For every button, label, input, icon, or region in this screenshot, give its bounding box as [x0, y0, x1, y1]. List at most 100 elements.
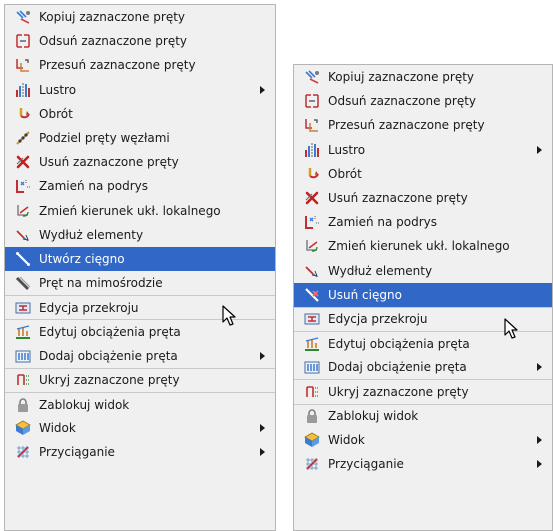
menu-item-label: Usuń zaznaczone pręty [39, 155, 179, 170]
view-icon [304, 432, 320, 448]
rotate-icon [15, 106, 31, 122]
left-menu-item-divide-bars[interactable]: Podziel pręty węzłami [5, 126, 275, 150]
menu-item-label: Wydłuż elementy [328, 263, 433, 278]
right-menu-item-hide-bars[interactable]: Ukryj zaznaczone pręty [294, 379, 552, 403]
menu-item-label: Zablokuj widok [328, 409, 419, 424]
left-menu-item-offset-bars[interactable]: Odsuń zaznaczone pręty [5, 29, 275, 53]
submenu-arrow-icon [260, 424, 265, 433]
left-menu-item-convert-underlay[interactable]: Zamień na podrys [5, 174, 275, 198]
left-menu-item-rotate[interactable]: Obrót [5, 102, 275, 126]
menu-item-label: Odsuń zaznaczone pręty [328, 94, 477, 109]
right-menu-item-offset-bars[interactable]: Odsuń zaznaczone pręty [294, 89, 552, 113]
left-menu-item-add-load[interactable]: Dodaj obciążenie pręta [5, 344, 275, 368]
menu-item-label: Dodaj obciążenie pręta [39, 348, 178, 363]
menu-item-label: Odsuń zaznaczone pręty [39, 34, 188, 49]
lock-view-icon [15, 397, 31, 413]
right-menu-item-add-load[interactable]: Dodaj obciążenie pręta [294, 355, 552, 379]
mirror-icon [304, 142, 320, 158]
add-load-icon [15, 348, 31, 364]
right-menu-item-mirror[interactable]: Lustro [294, 138, 552, 162]
menu-item-label: Zamień na podrys [39, 179, 149, 194]
submenu-arrow-icon [260, 85, 265, 94]
mouse-pointer-icon [504, 318, 520, 340]
menu-item-label: Przesuń zaznaczone pręty [39, 58, 196, 73]
menu-item-label: Przyciąganie [39, 445, 115, 460]
menu-item-label: Usuń cięgno [328, 287, 402, 302]
menu-item-label: Utwórz cięgno [39, 251, 125, 266]
menu-item-label: Podziel pręty węzłami [39, 131, 170, 146]
menu-item-label: Przyciąganie [328, 457, 404, 472]
local-axes-icon [15, 203, 31, 219]
add-load-icon [304, 359, 320, 375]
left-menu-item-snap[interactable]: Przyciąganie [5, 440, 275, 464]
menu-item-label: Pręt na mimośrodzie [39, 276, 163, 291]
right-menu-item-local-axes[interactable]: Zmień kierunek ukł. lokalnego [294, 234, 552, 258]
left-menu-item-lock-view[interactable]: Zablokuj widok [5, 392, 275, 416]
right-menu-item-snap[interactable]: Przyciąganie [294, 452, 552, 476]
menu-item-label: Zamień na podrys [328, 215, 438, 230]
right-menu-item-extend-elements[interactable]: Wydłuż elementy [294, 259, 552, 283]
right-menu-item-delete-tendon[interactable]: Usuń cięgno [294, 282, 552, 307]
snap-icon [304, 456, 320, 472]
copy-bars-icon [15, 9, 31, 25]
edit-loads-icon [304, 336, 320, 352]
left-menu-item-view[interactable]: Widok [5, 416, 275, 440]
rotate-icon [304, 166, 320, 182]
left-menu-item-hide-bars[interactable]: Ukryj zaznaczone pręty [5, 367, 275, 392]
convert-underlay-icon [304, 214, 320, 230]
right-menu-item-move-bars[interactable]: Przesuń zaznaczone pręty [294, 113, 552, 137]
delete-tendon-icon [304, 287, 320, 303]
menu-item-label: Zmień kierunek ukł. lokalnego [328, 239, 510, 254]
offset-bars-icon [304, 93, 320, 109]
left-menu-item-copy-bars[interactable]: Kopiuj zaznaczone pręty [5, 5, 275, 29]
edit-loads-icon [15, 324, 31, 340]
menu-item-label: Usuń zaznaczone pręty [328, 191, 468, 206]
left-menu-item-mirror[interactable]: Lustro [5, 78, 275, 102]
menu-item-label: Zablokuj widok [39, 397, 130, 412]
menu-item-label: Edytuj obciążenia pręta [39, 325, 181, 340]
offset-bars-icon [15, 33, 31, 49]
menu-item-label: Widok [328, 432, 365, 447]
right-menu-item-rotate[interactable]: Obrót [294, 162, 552, 186]
menu-item-label: Wydłuż elementy [39, 227, 144, 242]
menu-item-label: Przesuń zaznaczone pręty [328, 118, 485, 133]
lock-view-icon [304, 408, 320, 424]
section-edit-icon [15, 300, 31, 316]
menu-item-label: Kopiuj zaznaczone pręty [328, 70, 475, 85]
submenu-arrow-icon [537, 145, 542, 154]
left-menu-item-extend-elements[interactable]: Wydłuż elementy [5, 223, 275, 247]
copy-bars-icon [304, 69, 320, 85]
menu-item-label: Obrót [328, 166, 362, 181]
left-menu-item-create-tendon[interactable]: Utwórz cięgno [5, 246, 275, 272]
menu-item-label: Kopiuj zaznaczone pręty [39, 10, 186, 25]
submenu-arrow-icon [537, 460, 542, 469]
eccentric-bar-icon [15, 275, 31, 291]
move-bars-icon [304, 117, 320, 133]
left-menu-item-delete-bars[interactable]: Usuń zaznaczone pręty [5, 150, 275, 174]
submenu-arrow-icon [260, 351, 265, 360]
mouse-pointer-icon [222, 305, 238, 327]
right-menu-item-delete-bars[interactable]: Usuń zaznaczone pręty [294, 186, 552, 210]
left-menu-item-local-axes[interactable]: Zmień kierunek ukł. lokalnego [5, 199, 275, 223]
create-tendon-icon [15, 251, 31, 267]
menu-item-label: Ukryj zaznaczone pręty [328, 385, 469, 400]
menu-item-label: Ukryj zaznaczone pręty [39, 373, 180, 388]
left-menu-item-move-bars[interactable]: Przesuń zaznaczone pręty [5, 53, 275, 77]
menu-item-label: Edycja przekroju [39, 300, 139, 315]
extend-elements-icon [15, 227, 31, 243]
submenu-arrow-icon [537, 435, 542, 444]
right-menu-item-view[interactable]: Widok [294, 428, 552, 452]
section-edit-icon [304, 311, 320, 327]
delete-bars-icon [15, 154, 31, 170]
context-menu-left: Kopiuj zaznaczone pręty Odsuń zaznaczone … [4, 4, 276, 531]
right-menu-item-lock-view[interactable]: Zablokuj widok [294, 403, 552, 428]
menu-item-label: Dodaj obciążenie pręta [328, 360, 467, 375]
right-menu-item-copy-bars[interactable]: Kopiuj zaznaczone pręty [294, 65, 552, 89]
menu-item-label: Lustro [328, 142, 366, 157]
snap-icon [15, 444, 31, 460]
right-menu-item-convert-underlay[interactable]: Zamień na podrys [294, 210, 552, 234]
left-menu-item-eccentric-bar[interactable]: Pręt na mimośrodzie [5, 271, 275, 295]
move-bars-icon [15, 57, 31, 73]
submenu-arrow-icon [537, 363, 542, 372]
divide-bars-icon [15, 130, 31, 146]
